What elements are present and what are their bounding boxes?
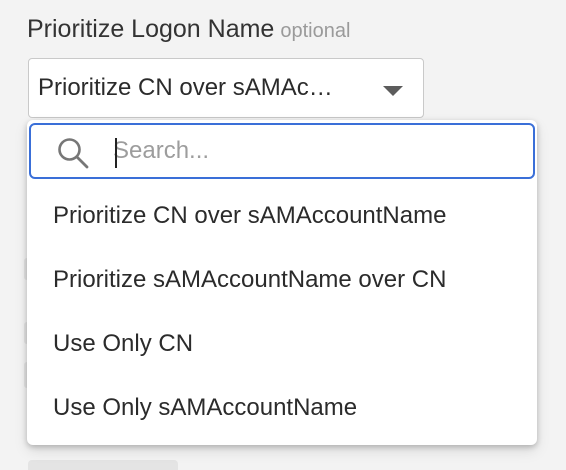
option-item[interactable]: Prioritize sAMAccountName over CN [27, 248, 537, 312]
option-item[interactable]: Prioritize CN over sAMAccountName [27, 184, 537, 248]
search-box[interactable] [29, 123, 535, 179]
option-item[interactable]: Use Only CN [27, 312, 537, 376]
search-icon [58, 138, 89, 169]
search-input[interactable] [113, 133, 513, 169]
optional-hint: optional [280, 20, 351, 42]
page: Prioritize Logon Name optional Prioritize… [0, 0, 566, 470]
logon-name-select[interactable]: Prioritize CN over sAMAc… [28, 58, 424, 118]
select-value: Prioritize CN over sAMAc… [38, 74, 333, 101]
dropdown-menu: Prioritize CN over sAMAccountName Priori… [27, 120, 537, 445]
chevron-down-icon [383, 86, 403, 96]
background-button-fragment [28, 460, 178, 470]
field-label: Prioritize Logon Name optional [27, 13, 350, 47]
option-item[interactable]: Use Only sAMAccountName [27, 376, 537, 440]
text-cursor [115, 138, 117, 168]
option-list: Prioritize CN over sAMAccountName Priori… [27, 184, 537, 440]
field-label-text: Prioritize Logon Name [27, 15, 275, 43]
